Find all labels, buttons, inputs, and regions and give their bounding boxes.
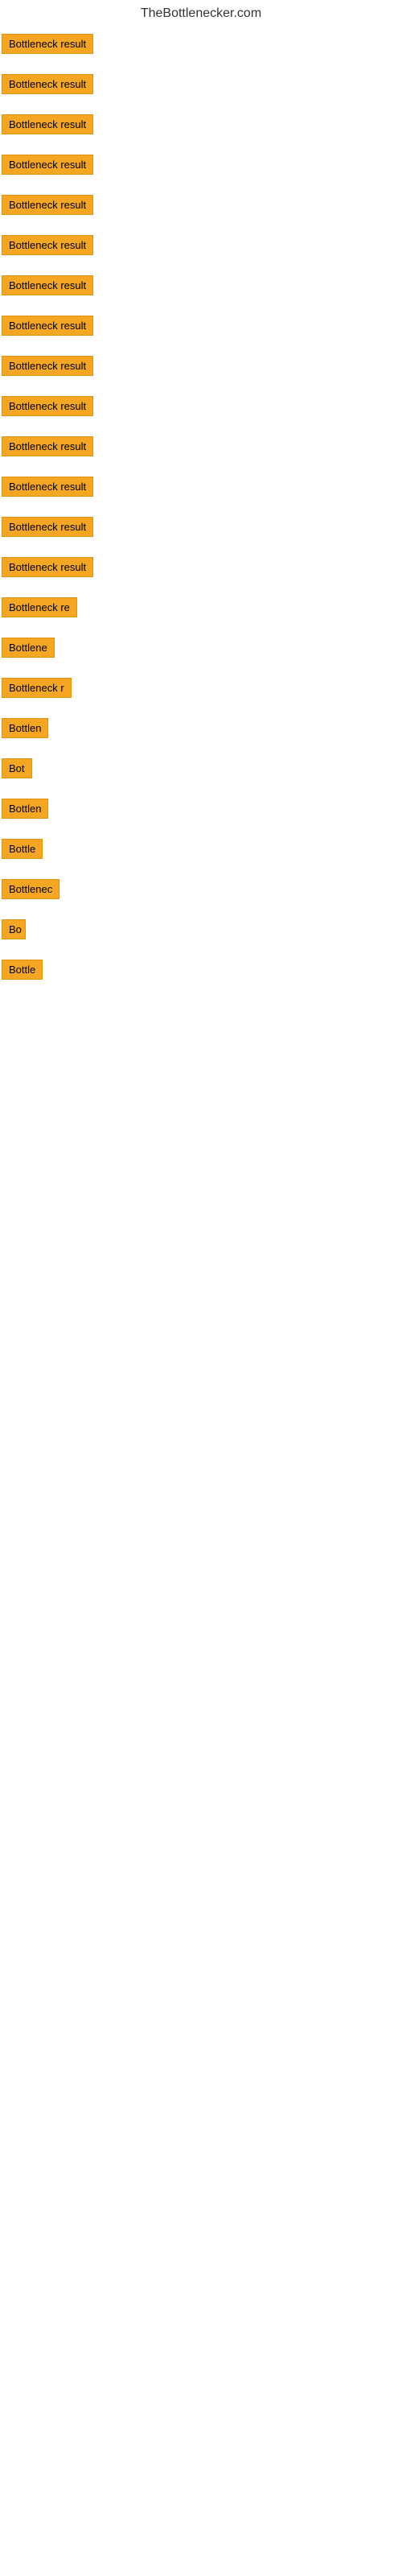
list-item[interactable]: Bottleneck result — [0, 549, 402, 589]
bottleneck-badge[interactable]: Bottleneck result — [2, 34, 93, 54]
bottleneck-badge[interactable]: Bottleneck re — [2, 597, 77, 617]
bottleneck-badge[interactable]: Bottlen — [2, 799, 48, 819]
list-item[interactable]: Bottleneck result — [0, 469, 402, 509]
bottleneck-badge[interactable]: Bottle — [2, 839, 43, 859]
list-item[interactable]: Bottlen — [0, 791, 402, 831]
list-item[interactable]: Bottle — [0, 831, 402, 871]
bottleneck-badge[interactable]: Bottleneck result — [2, 74, 93, 94]
bottleneck-badge[interactable]: Bot — [2, 758, 32, 778]
bottleneck-badge[interactable]: Bottleneck result — [2, 396, 93, 416]
bottleneck-badge[interactable]: Bottleneck result — [2, 114, 93, 134]
list-item[interactable]: Bottleneck result — [0, 187, 402, 227]
list-item[interactable]: Bottleneck result — [0, 308, 402, 348]
site-title: TheBottlenecker.com — [0, 0, 402, 24]
list-item[interactable]: Bottlene — [0, 630, 402, 670]
list-item[interactable]: Bottleneck result — [0, 66, 402, 106]
bottleneck-badge[interactable]: Bottleneck result — [2, 356, 93, 376]
list-item[interactable]: Bottle — [0, 952, 402, 992]
site-header: TheBottlenecker.com — [0, 0, 402, 24]
list-item[interactable]: Bottleneck result — [0, 106, 402, 147]
bottleneck-badge[interactable]: Bottlenec — [2, 879, 59, 899]
bottleneck-badge[interactable]: Bottleneck result — [2, 477, 93, 497]
list-item[interactable]: Bottleneck result — [0, 348, 402, 388]
list-item[interactable]: Bottleneck re — [0, 589, 402, 630]
bottleneck-badge[interactable]: Bottle — [2, 960, 43, 980]
bottleneck-badge[interactable]: Bottleneck r — [2, 678, 72, 698]
bottleneck-badge[interactable]: Bottleneck result — [2, 436, 93, 456]
bottleneck-badge[interactable]: Bo — [2, 919, 26, 939]
bottleneck-badge[interactable]: Bottleneck result — [2, 275, 93, 295]
list-item[interactable]: Bottleneck result — [0, 509, 402, 549]
bottleneck-badge[interactable]: Bottleneck result — [2, 557, 93, 577]
list-item[interactable]: Bo — [0, 911, 402, 952]
bottleneck-badge[interactable]: Bottleneck result — [2, 235, 93, 255]
list-item[interactable]: Bottleneck result — [0, 147, 402, 187]
list-item[interactable]: Bot — [0, 750, 402, 791]
list-item[interactable]: Bottlenec — [0, 871, 402, 911]
list-item[interactable]: Bottleneck result — [0, 227, 402, 267]
bottleneck-badge[interactable]: Bottleneck result — [2, 517, 93, 537]
items-container: Bottleneck result Bottleneck result Bottle… — [0, 24, 402, 992]
list-item[interactable]: Bottleneck result — [0, 26, 402, 66]
bottleneck-badge[interactable]: Bottleneck result — [2, 316, 93, 336]
list-item[interactable]: Bottleneck result — [0, 267, 402, 308]
bottleneck-badge[interactable]: Bottleneck result — [2, 155, 93, 175]
list-item[interactable]: Bottleneck result — [0, 428, 402, 469]
list-item[interactable]: Bottlen — [0, 710, 402, 750]
bottleneck-badge[interactable]: Bottleneck result — [2, 195, 93, 215]
list-item[interactable]: Bottleneck result — [0, 388, 402, 428]
list-item[interactable]: Bottleneck r — [0, 670, 402, 710]
bottleneck-badge[interactable]: Bottlen — [2, 718, 48, 738]
bottleneck-badge[interactable]: Bottlene — [2, 638, 55, 658]
